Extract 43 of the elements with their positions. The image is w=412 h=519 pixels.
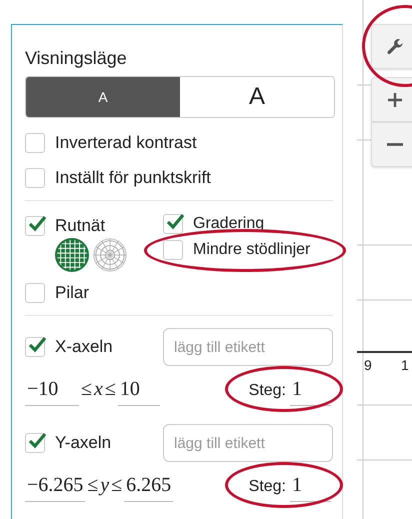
checkbox-label: Mindre stödlinjer [193, 241, 310, 259]
inequality-sign: ≤ [80, 378, 93, 401]
square-grid-icon[interactable] [55, 238, 89, 272]
variable: x [94, 378, 103, 401]
checkbox[interactable] [163, 240, 183, 260]
checkbox-label: Inverterad kontrast [55, 133, 197, 153]
checkbox-label: Inställt för punktskrift [55, 168, 211, 188]
x-axis [357, 351, 412, 353]
min-value: −10 [25, 372, 79, 406]
inequality-sign: ≤ [110, 474, 124, 497]
checkbox-label: Pilar [55, 283, 90, 303]
checkbox-label: X-axeln [55, 337, 113, 357]
label-input[interactable]: lägg till etikett [163, 424, 333, 462]
checkbox[interactable] [25, 216, 45, 236]
step-label: Steg: [248, 478, 286, 496]
max-value: 10 [118, 372, 160, 406]
zoom-in-button[interactable] [371, 77, 412, 122]
max-value: 6.265 [124, 468, 174, 502]
tick-label: 1 [401, 357, 409, 373]
checkbox[interactable] [163, 214, 183, 234]
checkbox[interactable] [25, 433, 45, 453]
section-title: Visningsläge [25, 48, 128, 69]
label-input[interactable]: lägg till etikett [163, 328, 333, 366]
checkbox[interactable] [25, 133, 45, 153]
settings-button[interactable] [371, 24, 412, 69]
tick-label: 9 [364, 357, 372, 373]
checkbox-label: Y-axeln [55, 433, 112, 453]
wrench-icon [385, 36, 405, 56]
mode-button[interactable]: A [26, 77, 180, 117]
inequality-sign: ≤ [86, 474, 98, 497]
step-value: 1 [290, 372, 331, 406]
checkbox[interactable] [25, 168, 45, 188]
step-value: 1 [290, 468, 331, 502]
variable: y [100, 474, 110, 497]
checkbox-label: Gradering [193, 215, 264, 233]
checkbox[interactable] [25, 283, 45, 303]
min-value: −6.265 [25, 468, 86, 502]
minus-icon [387, 143, 403, 146]
checkbox-label: Rutnät [55, 216, 106, 236]
zoom-out-button[interactable] [371, 122, 412, 167]
checkbox[interactable] [25, 337, 45, 357]
inequality-sign: ≤ [104, 378, 117, 401]
step-label: Steg: [248, 382, 286, 400]
